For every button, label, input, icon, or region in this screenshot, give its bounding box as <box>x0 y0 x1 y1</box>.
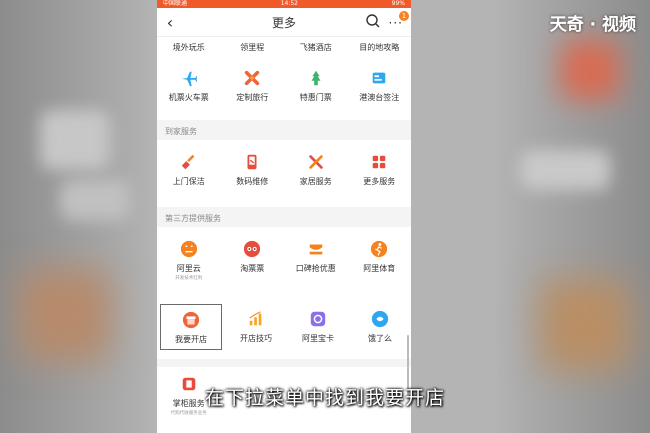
time-label: 14:52 <box>280 0 298 7</box>
service-row-travel: 机票火车票 定制旅行 特惠门票 港澳台签注 <box>157 57 411 120</box>
service-item-alibaocard[interactable]: 阿里宝卡 <box>287 304 349 359</box>
battery-label: 99% <box>391 0 405 7</box>
status-bar: 中国联通 14:52 99% <box>157 0 411 8</box>
alibaocard-icon <box>310 311 326 327</box>
custom-travel-icon <box>245 70 260 86</box>
koubei-icon <box>309 244 323 255</box>
service-row-shop: 我要开店 开店技巧 阿里宝卡 饿了么 <box>157 304 411 359</box>
watermark-logo: 天奇 · 视频 <box>549 15 636 35</box>
service-item-taopiaopiao[interactable]: 淘票票 <box>221 227 285 304</box>
service-item-more-services[interactable]: 更多服务 <box>348 140 412 207</box>
aliyun-icon <box>180 240 197 258</box>
grid-services-icon <box>372 155 386 169</box>
eleme-icon <box>371 310 389 328</box>
phone-repair-icon <box>247 154 257 170</box>
service-item-koubei[interactable]: 口碑抢优惠 <box>284 227 348 304</box>
service-item-open-shop[interactable]: 我要开店 <box>160 304 223 350</box>
service-item-visa[interactable]: 港澳台签注 <box>348 57 412 120</box>
service-item-digital-repair[interactable]: 数码维修 <box>221 140 285 207</box>
tools-icon <box>309 155 323 169</box>
broom-icon <box>181 154 195 170</box>
section-header-home: 到家服务 <box>157 120 411 140</box>
service-item[interactable]: 飞猪酒店 <box>284 37 348 57</box>
service-item-tickets[interactable]: 特惠门票 <box>284 57 348 120</box>
shop-icon <box>182 311 200 329</box>
search-icon[interactable] <box>365 13 381 29</box>
chart-icon <box>249 311 262 326</box>
taopiaopiao-icon <box>244 240 261 258</box>
phone-screen: 中国联通 14:52 99% ‹ 更多 ··· 1 境外玩乐 领里程 飞猪酒店 … <box>157 0 411 433</box>
seller-services-subtitle: 代购代收服务业务 <box>170 411 207 416</box>
service-item-home-services[interactable]: 家居服务 <box>284 140 348 207</box>
back-button[interactable]: ‹ <box>157 13 183 32</box>
notification-badge: 1 <box>399 11 409 21</box>
service-item-flights[interactable]: 机票火车票 <box>157 57 221 120</box>
service-row-home: 上门保洁 数码维修 家居服务 更多服务 <box>157 140 411 207</box>
plane-icon <box>181 71 197 87</box>
ticket-icon <box>311 70 321 86</box>
service-item[interactable]: 领里程 <box>221 37 285 57</box>
section-header-third-party: 第三方提供服务 <box>157 207 411 227</box>
service-item-aliyun[interactable]: 阿里云 开发技术红利 <box>157 227 221 304</box>
service-item-shop-tips[interactable]: 开店技巧 <box>225 304 287 359</box>
visa-icon <box>372 72 386 84</box>
service-row-travel-top: 境外玩乐 领里程 飞猪酒店 目的地攻略 <box>157 37 411 57</box>
service-item-cleaning[interactable]: 上门保洁 <box>157 140 221 207</box>
ali-sports-icon <box>371 240 388 258</box>
nav-bar: ‹ 更多 ··· 1 <box>157 8 411 37</box>
service-item-custom-travel[interactable]: 定制旅行 <box>221 57 285 120</box>
service-item[interactable]: 目的地攻略 <box>348 37 412 57</box>
service-item-ali-sports[interactable]: 阿里体育 <box>348 227 412 304</box>
carrier-label: 中国联通 <box>163 0 188 7</box>
video-caption: 在下拉菜单中找到我要开店 <box>204 387 445 409</box>
aliyun-subtitle: 开发技术红利 <box>175 276 203 281</box>
service-item[interactable]: 境外玩乐 <box>157 37 221 57</box>
service-row-third-party: 阿里云 开发技术红利 淘票票 口碑抢优惠 阿里体育 <box>157 227 411 304</box>
service-item-eleme[interactable]: 饿了么 <box>349 304 411 359</box>
